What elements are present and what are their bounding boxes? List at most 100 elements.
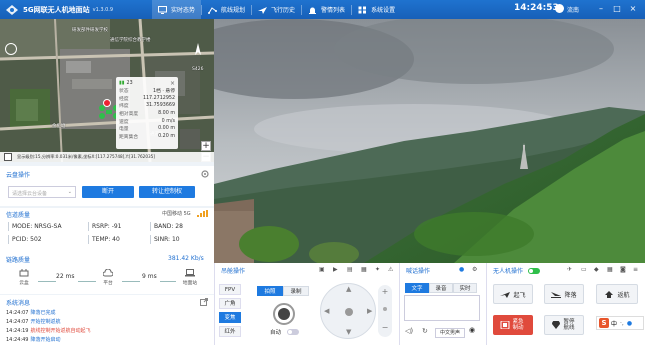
camera-image [214,19,645,263]
gear-icon[interactable] [201,170,209,178]
map-label: S426 [192,67,204,72]
mic-icon[interactable]: ● [459,266,464,273]
gimbal-panel: 云盘操作 请选择云台设备 ⌄ 断开 转让控制权 [0,166,214,206]
play-icon[interactable]: ◉ [469,326,475,334]
ime-mic-icon[interactable]: ● [627,320,632,327]
laser-icon[interactable]: ⚠ [388,266,393,273]
disconnect-button[interactable]: 断开 [82,186,134,198]
nav-route-planning[interactable]: 航线规划 [202,0,251,19]
drone-ops-title: 无人机操作 [493,268,524,275]
map-zoom-in-button[interactable]: + [201,141,211,151]
satellite-map[interactable]: 研发部件研发学校 通信学院综合教学楼 金鱼塘 通道新 S426 + − ▮▮ 2… [0,19,214,162]
minimize-button[interactable]: – [596,4,606,14]
gimbal-device-select[interactable]: 请选择云台设备 ⌄ [8,186,76,198]
link-speed: 381.42 Kb/s [168,255,204,262]
pause-route-button[interactable]: 暂停航线 [544,315,584,335]
signal-icon: ▮▮ [119,80,125,86]
arrow-down-icon[interactable]: ▼ [346,328,351,336]
tab-record[interactable]: 录制 [283,286,309,296]
plane-icon [258,6,268,14]
zoom-out-button[interactable]: − [378,323,392,332]
video-icon[interactable]: ▶ [333,266,338,273]
volume-icon[interactable]: ◁) [405,327,413,335]
nav-realtime[interactable]: 实时态势 [152,0,202,19]
popup-signal-value: 23 [126,80,133,86]
carrier-label: 中国移动 5G [162,211,191,217]
username[interactable]: 流南 [567,5,579,14]
ime-punctuation-icon[interactable]: ·, [620,320,624,327]
export-icon[interactable] [200,298,208,306]
compass-icon[interactable] [192,43,204,55]
gimbal-dpad[interactable]: ▲ ▼ ◀ ▶ [320,283,376,339]
latency-2: 9 ms [142,273,157,280]
camera-icon[interactable]: ◙ [620,266,626,273]
nav-alarm-label: 警情列表 [321,7,346,14]
arrow-right-icon[interactable]: ▶ [367,307,372,315]
nav-settings-label: 系统设置 [371,7,396,14]
shout-title: 喊话操作 [406,268,431,275]
tab-text[interactable]: 文字 [405,283,429,293]
nav-system-settings[interactable]: 系统设置 [352,0,401,19]
pause-pin-icon [551,321,560,329]
takeoff-button[interactable]: 起飞 [493,284,533,304]
drone-ops-toggle[interactable] [528,268,540,274]
emergency-stop-button[interactable]: 紧急制动 [493,315,533,335]
save-icon[interactable]: ▤ [347,266,353,273]
signal-bars-icon [197,210,208,217]
video-feed[interactable] [214,19,645,263]
loop-icon[interactable]: ↻ [422,327,428,335]
return-home-button[interactable]: 返航 [596,284,638,304]
gimbal-title: 云盘操作 [6,172,31,179]
mode-fpv[interactable]: FPV [219,284,241,295]
shutter-button[interactable] [273,303,295,325]
auto-toggle[interactable] [287,329,299,335]
shout-text-input[interactable] [404,295,480,321]
close-button[interactable]: × [628,4,638,14]
drone-icon[interactable]: ✈ [567,266,572,273]
nav-flight-history[interactable]: 飞行历史 [252,0,301,19]
voice-select[interactable]: 中文男声 [435,328,465,338]
laptop-icon [185,269,195,277]
popup-row: 距离集合 0.20 m [119,133,175,140]
nav-history-label: 飞行历史 [271,7,296,14]
popup-close-icon[interactable]: × [170,80,175,87]
menu-icon[interactable]: ≡ [633,266,638,273]
tab-audio[interactable]: 录音 [429,283,453,293]
tab-live[interactable]: 实时 [453,283,477,293]
cloud-icon [103,269,113,277]
calendar-icon[interactable]: ▦ [607,266,613,273]
land-button[interactable]: 降落 [544,284,584,304]
arrow-left-icon[interactable]: ◀ [324,307,329,315]
gimbal-select-placeholder: 请选择云台设备 [12,191,48,197]
channel-quality-panel: 信道质量 中国移动 5G MODE: NRSG-SA RSRP: -91 BAN… [0,208,214,258]
mode-zoom[interactable]: 变焦 [219,312,241,323]
maximize-button[interactable]: □ [612,4,622,14]
ime-toolbar[interactable]: S 中 ·, ● [596,316,644,330]
mode-wide[interactable]: 广角 [219,298,241,309]
shout-settings-icon[interactable]: ⚙ [472,266,477,273]
title-bar: 5G网联无人机地面站 v1.3.0.9 实时态势 航线规划 飞行历史 警情列表 [0,0,645,19]
message-item: 14:24:07 降落已完成 [6,310,56,316]
tab-photo[interactable]: 拍照 [257,286,283,296]
photo-icon[interactable]: ▣ [319,266,325,273]
gimbal-center-button[interactable] [345,308,353,316]
grid-icon[interactable]: ▦ [361,266,367,273]
battery-icon[interactable]: ▭ [581,266,587,273]
system-messages-panel: 系统消息 14:24:07 降落已完成 14:24:07 开始控制返航 14:24:… [0,295,214,345]
link-line [78,281,96,282]
signal-band: BAND: 28 [150,222,208,231]
map-pin-icon[interactable]: ◆ [594,266,599,273]
link-diagram: 云盒 22 ms 平台 9 ms 地面站 [0,267,214,293]
nav-alarm-list[interactable]: 警情列表 [302,0,351,19]
user-avatar[interactable] [555,4,564,13]
settings-grid-icon [358,6,367,13]
mode-ir[interactable]: 红外 [219,326,241,337]
monitor-icon [158,5,167,14]
signal-sinr: SINR: 10 [150,235,208,244]
arrow-up-icon[interactable]: ▲ [346,285,351,293]
light-icon[interactable]: ✦ [375,266,380,273]
layers-icon[interactable] [4,153,12,161]
transfer-control-button[interactable]: 转让控制权 [139,186,195,198]
zoom-in-button[interactable]: + [378,287,392,296]
locate-icon[interactable] [5,43,17,55]
